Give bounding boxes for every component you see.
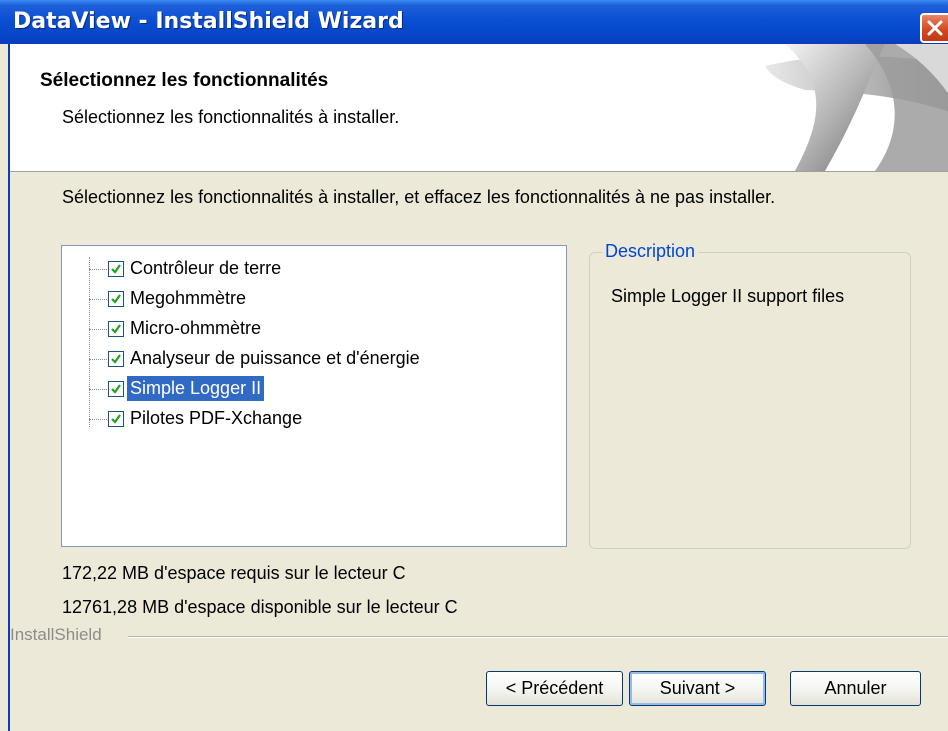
feature-label: Micro-ohmmètre [130, 318, 262, 338]
header-art-icon [765, 44, 948, 171]
feature-label: Contrôleur de terre [130, 258, 282, 278]
checkmark-icon [111, 294, 121, 304]
feature-label: Megohmmètre [130, 288, 247, 308]
tree-branch [89, 329, 107, 330]
space-available-text: 12761,28 MB d'espace disponible sur le l… [62, 597, 458, 617]
close-button[interactable] [920, 13, 948, 43]
cancel-button[interactable]: Annuler [790, 671, 921, 706]
next-button[interactable]: Suivant > [629, 671, 766, 706]
checkmark-icon [111, 414, 121, 424]
feature-label: Simple Logger II [127, 376, 265, 401]
space-required-text: 172,22 MB d'espace requis sur le lecteur… [62, 563, 406, 583]
description-legend: Description [602, 241, 699, 262]
checkmark-icon [111, 384, 121, 394]
tree-branch [89, 359, 107, 360]
instruction-text: Sélectionnez les fonctionnalités à insta… [62, 187, 776, 207]
title-bar[interactable]: DataView - InstallShield Wizard [0, 0, 948, 44]
description-group: Description Simple Logger II support fil… [589, 241, 911, 549]
feature-checkbox[interactable] [108, 381, 124, 397]
tree-connector [89, 257, 90, 427]
installshield-brand: InstallShield [10, 625, 102, 644]
page-subtitle: Sélectionnez les fonctionnalités à insta… [62, 107, 400, 127]
feature-label: Analyseur de puissance et d'énergie [130, 348, 420, 368]
feature-checkbox[interactable] [108, 351, 124, 367]
checkmark-icon [111, 354, 121, 364]
feature-checkbox[interactable] [108, 291, 124, 307]
feature-label: Pilotes PDF-Xchange [130, 408, 303, 428]
checkmark-icon [111, 324, 121, 334]
page-title: Sélectionnez les fonctionnalités [40, 70, 329, 91]
close-icon [927, 20, 943, 36]
tree-branch [89, 269, 107, 270]
tree-branch [89, 419, 107, 420]
feature-checkbox[interactable] [108, 411, 124, 427]
feature-checkbox[interactable] [108, 261, 124, 277]
feature-checkbox[interactable] [108, 321, 124, 337]
back-button[interactable]: < Précédent [486, 671, 623, 706]
feature-tree[interactable]: Contrôleur de terre Megohmmètre Micro-oh… [61, 245, 567, 547]
window-title: DataView - InstallShield Wizard [13, 9, 404, 34]
footer-divider [128, 636, 948, 638]
wizard-header: Sélectionnez les fonctionnalités Sélecti… [10, 44, 948, 172]
description-text: Simple Logger II support files [611, 286, 845, 306]
tree-branch [89, 389, 107, 390]
checkmark-icon [111, 264, 121, 274]
tree-branch [89, 299, 107, 300]
